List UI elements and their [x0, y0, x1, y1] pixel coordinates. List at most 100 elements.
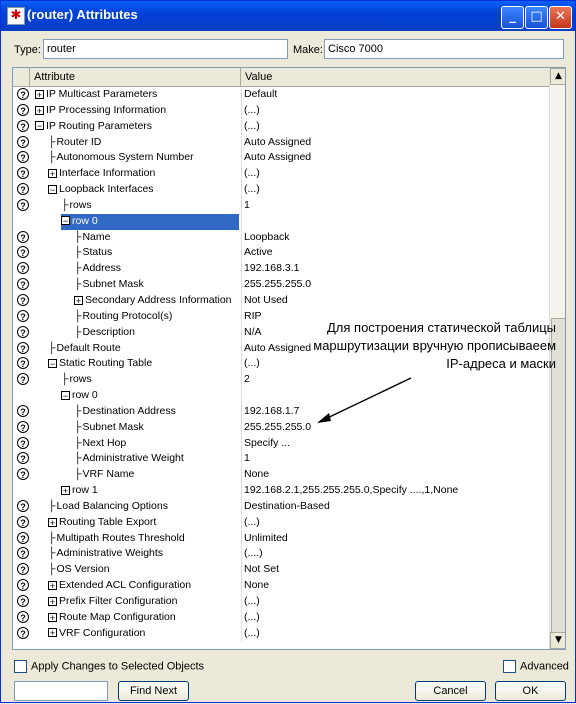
table-row[interactable]: ? ├Next Hop Specify ... [13, 435, 549, 452]
value-cell[interactable]: (...) [241, 118, 547, 135]
help-icon[interactable]: ? [17, 579, 29, 592]
help-icon[interactable]: ? [17, 341, 29, 354]
collapse-icon[interactable]: − [61, 390, 70, 400]
advanced-option[interactable]: Advanced [503, 660, 569, 673]
table-row[interactable]: ? + Routing Table Export (...) [13, 514, 549, 531]
value-cell[interactable]: None [241, 467, 547, 484]
apply-changes-checkbox[interactable] [14, 660, 27, 673]
attribute-cell[interactable]: + row 1 [61, 483, 98, 499]
value-cell[interactable]: (...) [241, 102, 547, 119]
help-icon[interactable]: ? [17, 436, 29, 449]
attribute-cell[interactable]: ├Default Route [48, 341, 121, 357]
attribute-cell[interactable]: ├rows [61, 198, 92, 214]
table-row[interactable]: − row 0 [13, 388, 549, 404]
table-row[interactable]: ? ├Address 192.168.3.1 [13, 261, 549, 278]
expand-icon[interactable]: + [61, 485, 70, 495]
table-row[interactable]: ? + IP Processing Information (...) [13, 102, 549, 119]
value-cell[interactable]: None [241, 578, 547, 594]
value-column-header[interactable]: Value [241, 68, 549, 86]
attribute-cell[interactable]: + IP Multicast Parameters [35, 87, 157, 103]
table-row[interactable]: ? ├OS Version Not Set [13, 562, 549, 579]
attribute-cell[interactable]: ├VRF Name [74, 467, 134, 483]
table-row[interactable]: ? ├Name Loopback [13, 229, 549, 246]
expand-icon[interactable]: + [48, 596, 57, 606]
attribute-cell[interactable]: ├Name [74, 230, 110, 246]
help-icon[interactable]: ? [17, 230, 29, 243]
table-row[interactable]: ? ├Load Balancing Options Destination-Base… [13, 498, 549, 515]
help-icon[interactable]: ? [17, 103, 29, 116]
attribute-cell[interactable]: + VRF Configuration [48, 626, 145, 642]
value-cell[interactable]: Specify ... [241, 435, 547, 452]
value-cell[interactable]: Destination-Based [241, 498, 547, 515]
value-cell[interactable]: (...) [241, 182, 547, 198]
ok-button[interactable]: OK [495, 681, 566, 701]
attribute-cell[interactable]: ├Multipath Routes Threshold [48, 531, 185, 547]
minimize-button[interactable]: _ [501, 6, 524, 29]
value-cell[interactable]: 1 [241, 197, 547, 214]
table-row[interactable]: ? ├Autonomous System Number Auto Assigned [13, 150, 549, 167]
find-next-button[interactable]: Find Next [118, 681, 189, 701]
table-row[interactable]: ? ├rows 1 [13, 197, 549, 214]
table-row[interactable]: ? + Prefix Filter Configuration (...) [13, 594, 549, 610]
expand-icon[interactable]: + [48, 580, 57, 590]
help-icon[interactable]: ? [17, 325, 29, 338]
table-row[interactable]: ? + Interface Information (...) [13, 166, 549, 183]
table-row[interactable]: ? ├Destination Address 192.168.1.7 [13, 403, 549, 420]
collapse-icon[interactable]: − [35, 121, 44, 131]
help-icon[interactable]: ? [17, 610, 29, 623]
table-row[interactable]: ? + Route Map Configuration (...) [13, 609, 549, 626]
help-icon[interactable]: ? [17, 262, 29, 275]
expand-icon[interactable]: + [48, 517, 57, 527]
collapse-icon[interactable]: − [48, 359, 57, 369]
attribute-cell[interactable]: + Prefix Filter Configuration [48, 594, 177, 610]
help-icon[interactable]: ? [17, 563, 29, 576]
attribute-cell[interactable]: + IP Processing Information [35, 103, 166, 119]
close-button[interactable]: ✕ [549, 6, 572, 29]
attribute-cell[interactable]: − row 0 [61, 388, 98, 404]
title-bar[interactable]: ✱ (router) Attributes _ □ ✕ [1, 1, 575, 31]
help-icon[interactable]: ? [17, 531, 29, 544]
value-cell[interactable]: 2 [241, 372, 547, 389]
value-cell[interactable]: 192.168.2.1,255.255.255.0,Specify ....,1… [241, 483, 547, 499]
scroll-down-button[interactable]: ▼ [550, 632, 565, 649]
help-icon[interactable]: ? [17, 595, 29, 607]
find-input[interactable] [14, 681, 108, 701]
attribute-column-header[interactable]: Attribute [30, 68, 241, 86]
value-cell[interactable]: (...) [241, 166, 547, 183]
table-row[interactable]: ? − Loopback Interfaces (...) [13, 182, 549, 198]
help-icon[interactable]: ? [17, 135, 29, 148]
help-icon[interactable]: ? [17, 293, 29, 306]
expand-icon[interactable]: + [48, 168, 57, 178]
collapse-icon[interactable]: − [48, 184, 57, 194]
attribute-cell[interactable]: ├rows [61, 372, 92, 388]
value-cell[interactable] [241, 213, 547, 230]
value-cell[interactable]: Not Used [241, 292, 547, 309]
expand-icon[interactable]: + [35, 105, 44, 115]
value-cell[interactable]: 1 [241, 451, 547, 468]
attribute-cell[interactable]: + Route Map Configuration [48, 610, 176, 626]
attribute-cell[interactable]: + Interface Information [48, 166, 155, 182]
apply-changes-option[interactable]: Apply Changes to Selected Objects [14, 660, 204, 673]
attribute-cell[interactable]: ├Next Hop [74, 436, 126, 452]
attribute-cell[interactable]: ├Address [74, 261, 121, 277]
attribute-cell[interactable]: ├Routing Protocol(s) [74, 309, 172, 325]
attribute-cell[interactable]: ├Administrative Weights [48, 546, 163, 562]
advanced-checkbox[interactable] [503, 660, 516, 673]
table-row[interactable]: ? ├Multipath Routes Threshold Unlimited [13, 530, 549, 547]
value-cell[interactable]: (...) [241, 514, 547, 531]
table-row[interactable]: ? ├Administrative Weight 1 [13, 451, 549, 468]
help-icon[interactable]: ? [17, 468, 29, 481]
attribute-cell[interactable]: ├Description [74, 325, 135, 341]
attribute-cell[interactable]: ├Status [74, 245, 112, 261]
value-cell[interactable]: (...) [241, 594, 547, 610]
table-row[interactable]: ? ├Administrative Weights (....) [13, 546, 549, 563]
table-row[interactable]: ? ├Status Active [13, 245, 549, 262]
value-cell[interactable] [241, 388, 547, 404]
attribute-cell[interactable]: − Static Routing Table [48, 356, 152, 372]
attribute-cell[interactable]: ├Administrative Weight [74, 451, 184, 467]
attribute-cell[interactable]: + Extended ACL Configuration [48, 578, 191, 594]
help-icon[interactable]: ? [17, 88, 29, 100]
value-cell[interactable]: 192.168.1.7 [241, 403, 547, 420]
help-icon[interactable]: ? [17, 404, 29, 417]
expand-icon[interactable]: + [48, 612, 57, 622]
